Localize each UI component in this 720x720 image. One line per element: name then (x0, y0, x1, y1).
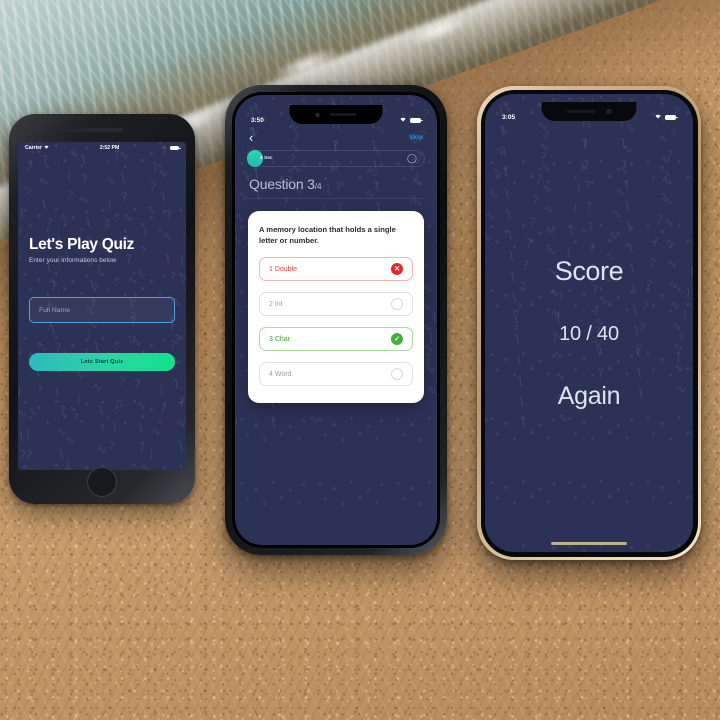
status-time-left: 2:52 PM (99, 145, 120, 151)
wifi-icon (400, 117, 406, 124)
score-screen-content: Score 10 / 40 Again (485, 121, 693, 545)
phone-right-screen: 3:05 Score 10 / 40 Again (485, 94, 693, 552)
full-name-placeholder: Full Name (39, 306, 70, 314)
answer-option-4-label: 4 Word (269, 370, 292, 378)
answer-option-2[interactable]: 2 Int (259, 292, 413, 316)
notch (289, 105, 383, 124)
check-circle-icon: ✓ (391, 333, 403, 345)
phone-left-device: Carrier 2:52 PM Let's Play Quiz Enter yo… (9, 114, 195, 504)
answer-option-1[interactable]: 1 Double ✕ (259, 257, 413, 281)
home-indicator[interactable] (551, 542, 627, 545)
skip-button[interactable]: Skip (409, 134, 423, 141)
phone-left-screen: Carrier 2:52 PM Let's Play Quiz Enter yo… (18, 142, 186, 470)
question-heading: Question 3/4 (235, 167, 437, 192)
phone-right-frame: 3:05 Score 10 / 40 Again (477, 86, 701, 560)
home-button[interactable] (87, 467, 117, 497)
question-heading-current: 3 (307, 176, 315, 192)
phone-middle-screen: 3:50 ‹ Skip 8 Sec ◯ (235, 95, 437, 545)
answer-option-4[interactable]: 4 Word (259, 362, 413, 386)
notch (541, 102, 637, 121)
start-quiz-button[interactable]: Lets Start Quiz (29, 353, 175, 371)
wifi-icon (655, 114, 661, 121)
battery-icon (410, 118, 423, 123)
score-value: 10 / 40 (559, 322, 619, 345)
phone-right-bezel: 3:05 Score 10 / 40 Again (480, 89, 698, 557)
answer-option-3[interactable]: 3 Char ✓ (259, 327, 413, 351)
question-card: A memory location that holds a single le… (248, 211, 424, 403)
status-icons-right (655, 114, 678, 121)
phone-middle-frame: 3:50 ‹ Skip 8 Sec ◯ (225, 85, 447, 555)
battery-icon (170, 145, 181, 151)
chevron-left-icon[interactable]: ‹ (249, 131, 253, 144)
again-button[interactable]: Again (558, 382, 621, 411)
carrier-label: Carrier (25, 145, 43, 151)
battery-icon (665, 115, 678, 120)
status-time-middle: 3:50 (251, 117, 264, 124)
earpiece-speaker (329, 113, 357, 116)
status-time-right: 3:05 (502, 114, 516, 121)
signup-content: Let's Play Quiz Enter your informations … (18, 236, 186, 371)
page-subtitle: Enter your informations below (29, 257, 117, 264)
question-text: A memory location that holds a single le… (259, 225, 396, 245)
answer-option-1-label: 1 Double (269, 265, 298, 273)
divider (247, 198, 425, 199)
empty-circle-icon (391, 368, 403, 380)
question-heading-label: Question (249, 176, 304, 192)
full-name-input[interactable]: Full Name (29, 297, 175, 323)
score-label: Score (554, 255, 624, 286)
front-camera-icon (606, 109, 612, 114)
front-camera-icon (315, 112, 320, 117)
question-heading-total: /4 (314, 181, 322, 191)
close-circle-icon: ✕ (391, 263, 403, 275)
carrier-group: Carrier (25, 145, 49, 151)
phone-middle-bezel: 3:50 ‹ Skip 8 Sec ◯ (232, 92, 440, 548)
phone-left-frame: Carrier 2:52 PM Let's Play Quiz Enter yo… (9, 114, 195, 504)
page-title: Let's Play Quiz (29, 236, 135, 253)
phone-middle-device: 3:50 ‹ Skip 8 Sec ◯ (225, 85, 447, 555)
empty-circle-icon (391, 298, 403, 310)
timer-progress-bar: 8 Sec ◯ (247, 150, 425, 167)
wifi-icon (44, 145, 49, 151)
answer-option-3-label: 3 Char (269, 335, 291, 343)
quiz-nav-bar: ‹ Skip (235, 124, 437, 144)
phone-right-device: 3:05 Score 10 / 40 Again (477, 86, 701, 560)
clock-icon: ◯ (406, 153, 417, 163)
earpiece-speaker (566, 110, 596, 113)
timer-seconds-label: 8 Sec (260, 156, 273, 161)
status-bar-left: Carrier 2:52 PM (18, 142, 186, 151)
status-icons-middle (400, 117, 423, 124)
answer-option-2-label: 2 Int (269, 300, 283, 308)
earpiece-speaker (81, 128, 123, 132)
